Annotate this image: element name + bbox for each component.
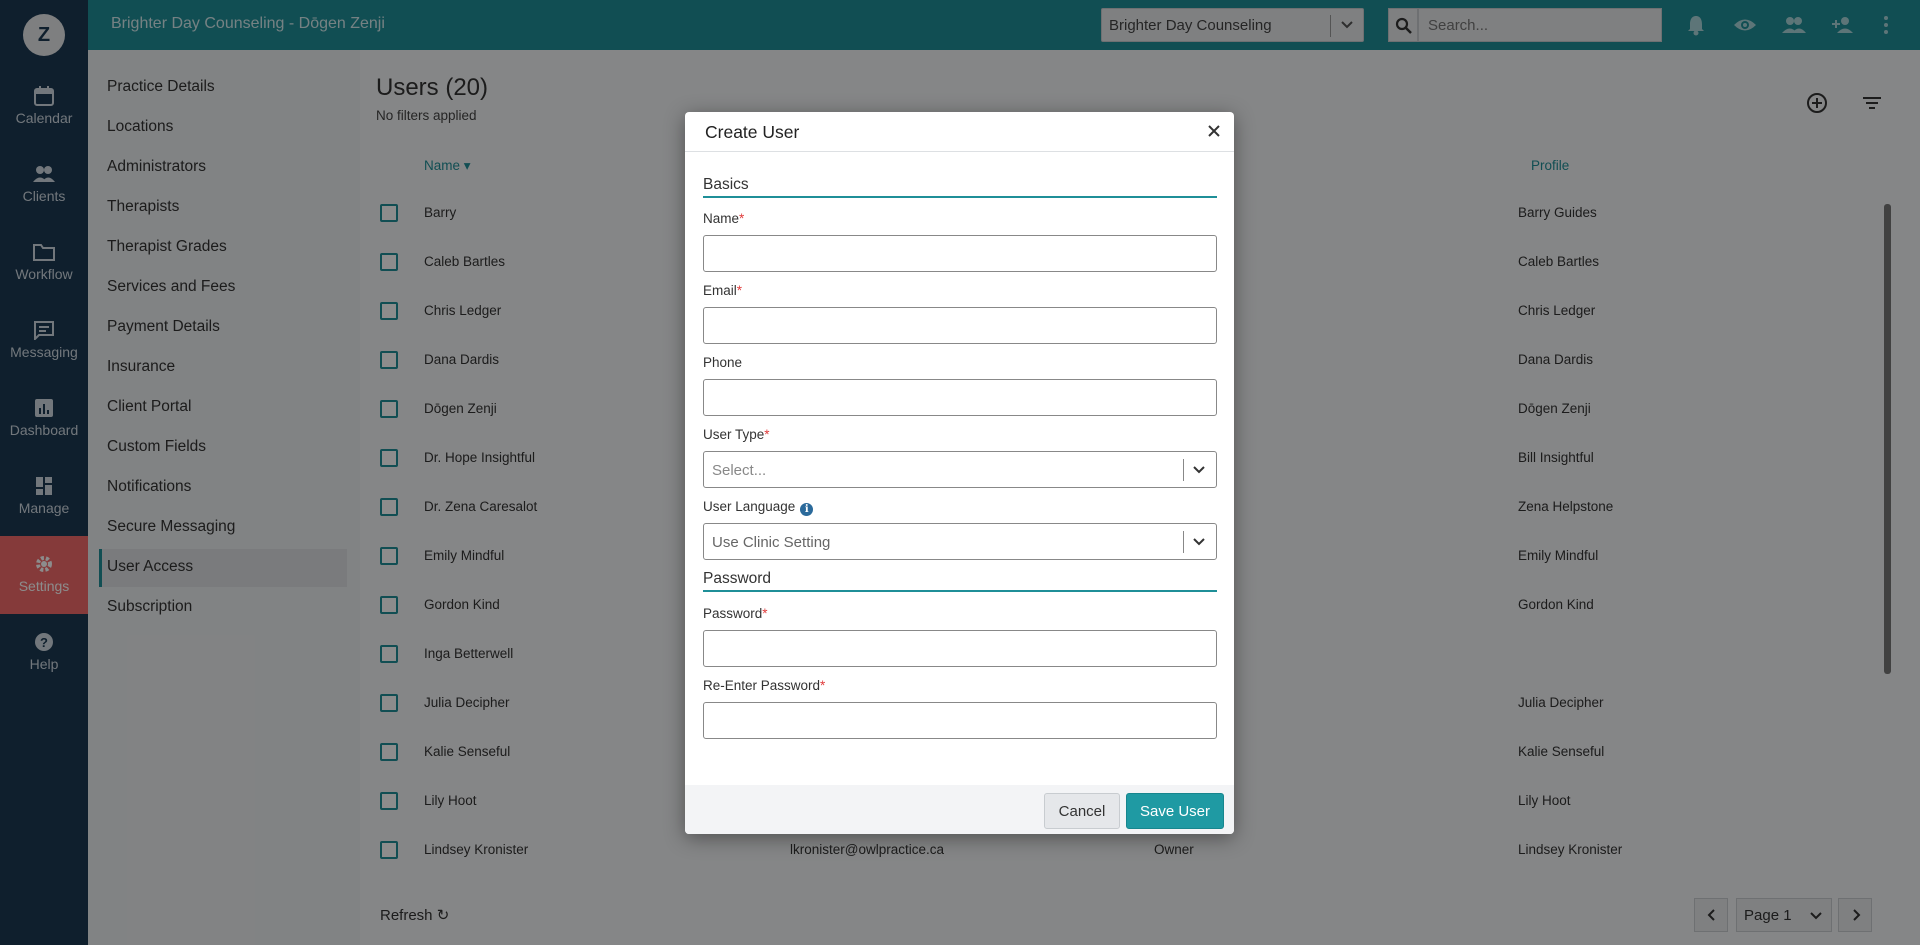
info-icon[interactable]: i (800, 503, 814, 516)
email-field[interactable] (703, 307, 1217, 344)
save-user-button[interactable]: Save User (1126, 793, 1224, 829)
email-label: Email* (703, 283, 742, 298)
chevron-down-icon (1193, 538, 1205, 546)
phone-field[interactable] (703, 379, 1217, 416)
required-mark: * (820, 678, 826, 693)
user-type-label: User Type* (703, 427, 770, 442)
user-language-label-text: User Language (703, 499, 796, 514)
dialog-title: Create User (705, 122, 800, 142)
name-label: Name* (703, 211, 744, 226)
close-icon[interactable] (1206, 123, 1222, 139)
cancel-button[interactable]: Cancel (1044, 793, 1120, 829)
create-user-dialog: Create User Basics Name* Email* Phone Us… (685, 112, 1234, 834)
user-type-label-text: User Type (703, 427, 765, 442)
name-field[interactable] (703, 235, 1217, 272)
email-label-text: Email (703, 283, 737, 298)
user-language-label: User Language i (703, 499, 814, 516)
password-label: Password* (703, 606, 768, 621)
user-type-select-value: Select... (712, 462, 767, 479)
reenter-password-label-text: Re-Enter Password (703, 678, 821, 693)
select-separator (1183, 531, 1184, 553)
required-mark: * (764, 427, 770, 442)
reenter-password-label: Re-Enter Password* (703, 678, 825, 693)
password-label-text: Password (703, 606, 763, 621)
select-separator (1183, 459, 1184, 481)
required-mark: * (762, 606, 768, 621)
user-type-select[interactable]: Select... (703, 451, 1217, 488)
required-mark: * (739, 211, 745, 226)
section-basics: Basics (703, 176, 1217, 198)
dialog-footer: Cancel Save User (685, 785, 1234, 834)
phone-label: Phone (703, 355, 743, 370)
chevron-down-icon (1193, 466, 1205, 474)
reenter-password-field[interactable] (703, 702, 1217, 739)
dialog-header: Create User (685, 112, 1234, 152)
user-language-select-value: Use Clinic Setting (712, 534, 831, 551)
user-language-select[interactable]: Use Clinic Setting (703, 523, 1217, 560)
name-label-text: Name (703, 211, 740, 226)
section-password: Password (703, 570, 1217, 592)
required-mark: * (736, 283, 743, 298)
password-field[interactable] (703, 630, 1217, 667)
